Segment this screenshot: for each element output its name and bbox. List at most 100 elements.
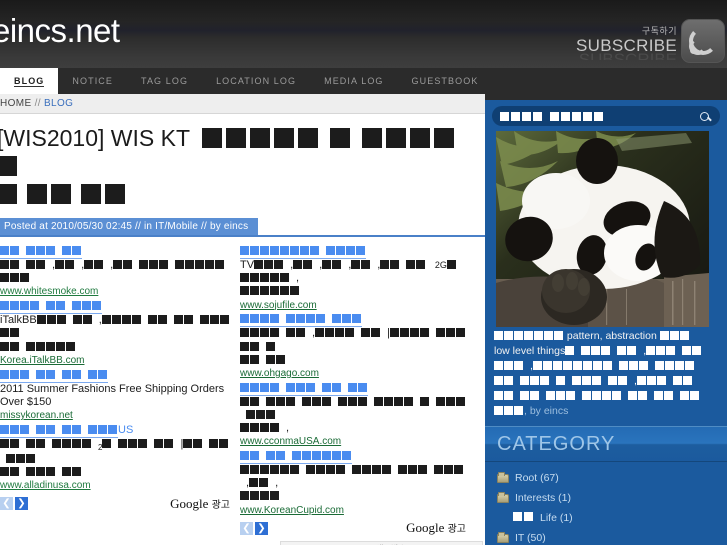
ad-url[interactable]: www.cconmaUSA.com [240,436,466,448]
ad-headline[interactable] [0,245,82,260]
post-meta: Posted at 2010/05/30 02:45 // in IT/Mobi… [0,218,259,236]
ad-description: ,, [240,464,466,504]
category-title: CATEGORY [485,426,727,463]
ad-url[interactable]: www.ohgago.com [240,368,466,380]
nav-label: GUESTBOOK [411,76,479,86]
ad-item[interactable]: ,,, www.whitesmoke.com [0,245,230,298]
boxes-icon [513,512,535,524]
chevron-right-icon[interactable]: ❯ [15,497,28,511]
sidebar-photo-frame [485,131,727,327]
category-list: Root (67) Interests (1) Life (1) IT (50) [485,462,727,544]
nav-item-tag-log[interactable]: TAG LOG [127,68,202,94]
google-ads-label-ko: 광고 [211,499,230,511]
google-wordmark: Google [170,495,209,511]
breadcrumb-home[interactable]: HOME [0,98,32,109]
content-column: HOME // BLOG [WIS2010] WIS KT Posted at … [0,94,485,545]
ad-description: 2 | [0,438,230,479]
sleeping-panda-photo [496,131,709,327]
category-item-it[interactable]: IT (50) [497,531,727,545]
nav-label: TAG LOG [141,76,189,86]
rss-icon[interactable] [681,19,725,63]
ad-headline[interactable] [0,300,102,315]
ad-headline[interactable] [0,424,118,438]
ad-headline[interactable] [240,382,368,396]
ad-description: 2011 Summer Fashions Free Shipping Order… [0,382,225,408]
nav-label: BLOG [14,75,45,87]
breadcrumb: HOME // BLOG [0,94,485,114]
ad-item[interactable]: , www.cconmaUSA.com [240,382,466,448]
sidebar-caption: pattern, abstraction low level things,,,… [485,327,727,426]
nav-item-media-log[interactable]: MEDIA LOG [310,68,397,94]
site-title: eincs.net [0,12,120,49]
ad-url[interactable]: www.sojufile.com [240,300,466,312]
sidebar: pattern, abstraction low level things,,,… [485,94,727,545]
ad-url[interactable]: www.alladinusa.com [0,480,230,492]
panda-illustration [496,131,709,327]
ad-headline[interactable] [240,313,362,328]
ad-description: iTalkBB, [0,314,230,354]
nav-item-guestbook[interactable]: GUESTBOOK [398,68,493,94]
post-title[interactable]: [WIS2010] WIS KT [0,114,485,212]
main-nav: BLOG NOTICE TAG LOG LOCATION LOG MEDIA L… [0,68,727,94]
category-label: IT (50) [515,532,546,545]
ad-item[interactable]: , | www.ohgago.com [240,313,466,379]
chevron-right-icon[interactable]: ❯ [255,521,268,535]
chevron-left-icon[interactable]: ❮ [0,497,13,511]
ad-column-left: ,,, www.whitesmoke.com iTalkBB, Korea.iT… [0,245,236,536]
search-input[interactable] [492,106,720,126]
search-placeholder [500,111,700,121]
category-item-life[interactable]: Life (1) [497,512,727,524]
nav-label: LOCATION LOG [216,76,297,86]
ad-description: , [240,396,466,436]
nav-item-location-log[interactable]: LOCATION LOG [202,68,310,94]
ad-url[interactable]: www.KoreanCupid.com [240,505,466,517]
ad-headline[interactable] [240,245,366,260]
nav-label: NOTICE [72,76,114,86]
nav-item-notice[interactable]: NOTICE [58,68,127,94]
ad-headline[interactable] [0,369,108,383]
category-item-root[interactable]: Root (67) [497,471,727,484]
ad-headline-suffix: US [118,423,134,436]
ad-pager: ❮ ❯ [240,521,268,535]
google-ads-label[interactable]: Google 광고 [170,496,230,512]
ad-item[interactable]: US 2 | www.alladinusa.com [0,424,230,492]
ad-item[interactable]: 2011 Summer Fashions Free Shipping Order… [0,369,230,422]
ad-description: TV,,,, 2G, [240,259,466,299]
google-ads-label[interactable]: Google 광고 [406,520,466,536]
page-root: eincs.net 구독하기 SUBSCRIBE SUBSCRIBE BLOG … [0,0,727,545]
folder-icon [497,471,509,483]
nav-label: MEDIA LOG [324,76,384,86]
search-icon[interactable] [700,111,709,121]
ad-item[interactable]: ,, www.KoreanCupid.com [240,450,466,516]
ad-footer: ❮ ❯ Google 광고 [0,494,230,512]
nav-item-blog[interactable]: BLOG [0,68,59,94]
category-label: Interests (1) [515,492,572,505]
folder-icon [497,531,509,543]
category-label: Life (1) [540,512,573,525]
ad-item[interactable]: iTalkBB, Korea.iTalkBB.com [0,300,230,366]
ad-url[interactable]: missykorean.net [0,410,230,422]
google-ads-region: ,,, www.whitesmoke.com iTalkBB, Korea.iT… [0,237,485,536]
folder-icon [497,491,509,503]
ad-url[interactable]: www.whitesmoke.com [0,286,230,298]
rss-arc-outer [689,27,717,55]
ad-item[interactable]: TV,,,, 2G, www.sojufile.com [240,245,466,311]
google-ads-label-ko: 광고 [447,524,466,536]
ad-description: , | [240,327,466,367]
google-wordmark: Google [406,520,445,536]
main-layout: HOME // BLOG [WIS2010] WIS KT Posted at … [0,94,727,545]
ad-desc-text: iTalkBB [0,314,37,327]
view-adbox-button[interactable]: | view 애드박스 | [280,541,483,545]
subscribe-block[interactable]: 구독하기 SUBSCRIBE SUBSCRIBE [576,4,725,64]
ad-headline[interactable] [240,450,352,465]
subscribe-label-ko: 구독하기 [641,26,677,36]
ad-description: ,,, [0,259,230,285]
ad-column-right: TV,,,, 2G, www.sojufile.com , | www.ohgag… [236,245,472,536]
chevron-left-icon[interactable]: ❮ [240,521,253,535]
subscribe-text: 구독하기 SUBSCRIBE SUBSCRIBE [576,27,681,64]
breadcrumb-current[interactable]: BLOG [44,98,73,109]
post-title-text: [WIS2010] WIS KT [0,125,190,151]
search-region [485,100,727,131]
ad-url[interactable]: Korea.iTalkBB.com [0,355,230,367]
category-item-interests[interactable]: Interests (1) [497,491,727,505]
